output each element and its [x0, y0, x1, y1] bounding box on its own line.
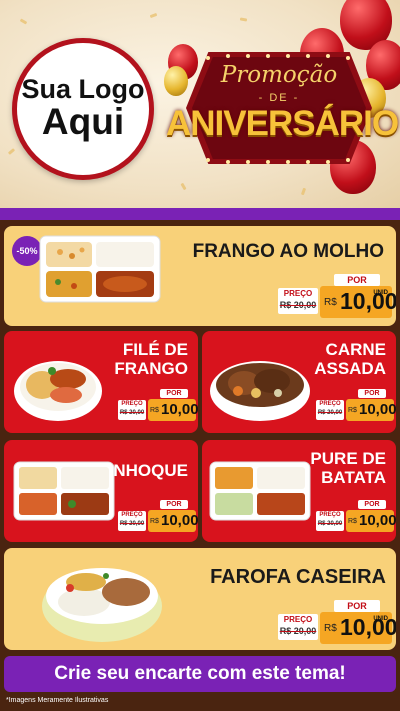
- new-price-box: R$ 10,00: [346, 510, 396, 532]
- logo-text-line1: Sua Logo: [21, 74, 145, 105]
- confetti: [239, 17, 248, 22]
- old-price-box: PREÇO R$ 20,00: [316, 511, 344, 531]
- confetti: [149, 12, 158, 19]
- price-value: 10,00: [359, 512, 396, 529]
- promo-de: - DE -: [258, 92, 300, 104]
- new-price-box: R$ 10,00: [148, 510, 198, 532]
- old-price-box: PREÇO R$ 20,00: [316, 400, 344, 420]
- cta-banner[interactable]: Crie seu encarte com este tema!: [4, 656, 396, 692]
- currency: R$: [348, 518, 357, 525]
- old-price-box: PREÇO R$ 20,00: [118, 400, 146, 420]
- preco-label: PREÇO: [283, 289, 313, 298]
- por-label: POR: [334, 274, 380, 286]
- preco-label: PREÇO: [283, 615, 313, 624]
- preco-label: PREÇO: [319, 401, 341, 407]
- product-title-line1: PURE DE: [310, 449, 386, 468]
- divider-bar: [0, 208, 400, 220]
- preco-label: PREÇO: [121, 512, 143, 518]
- por-label: POR: [358, 500, 386, 509]
- new-price-box: R$ 10,00: [148, 399, 198, 421]
- por-label: POR: [358, 389, 386, 398]
- product-title: FILÉ DE FRANGO: [114, 340, 188, 378]
- old-price: R$ 20,00: [119, 521, 145, 527]
- product-title-line2: FRANGO: [114, 358, 188, 378]
- price-tag: POR PREÇO R$ 20,00 R$ 10,00 UNID: [278, 600, 396, 644]
- tray-meal-image: [13, 461, 115, 521]
- old-price: R$ 20,00: [119, 410, 145, 416]
- product-title: CARNE ASSADA: [314, 340, 386, 378]
- product-card-frango-ao-molho: -50% FRANGO AO MOLHO POR PREÇO R$ 20,00 …: [4, 226, 396, 326]
- product-card-pure-de-batata: PURE DE BATATA POR PREÇO R$ 20,00 R$ 10,…: [202, 440, 396, 542]
- currency: R$: [324, 623, 337, 634]
- promo-sign: Promoção - DE - ANIVERSÁRIO: [166, 52, 399, 172]
- old-price-box: PREÇO R$ 20,00: [278, 614, 318, 640]
- header-banner: Sua Logo Aqui Promoção - DE - ANIVERSÁRI…: [0, 0, 400, 208]
- product-card-file-de-frango: FILÉ DE FRANGO POR PREÇO R$ 20,00 R$ 10,…: [4, 331, 198, 433]
- product-title: FAROFA CASEIRA: [210, 566, 386, 588]
- price-value: 10,00: [359, 401, 396, 418]
- product-card-carne-assada: CARNE ASSADA POR PREÇO R$ 20,00 R$ 10,00: [202, 331, 396, 433]
- product-title: NHOQUE: [113, 461, 188, 480]
- product-title-line2: BATATA: [321, 467, 386, 487]
- currency: R$: [348, 407, 357, 414]
- price-tag: POR PREÇO R$ 20,00 R$ 10,00: [316, 500, 396, 534]
- unit-label: UNID: [373, 290, 388, 296]
- logo-text-line2: Aqui: [41, 101, 125, 143]
- confetti: [19, 18, 28, 25]
- new-price-box: R$ 10,00 UNID: [320, 286, 396, 318]
- currency: R$: [150, 407, 159, 414]
- plate-meal-image: [14, 361, 102, 421]
- price-value: 10,00: [161, 512, 198, 529]
- product-title-line1: CARNE: [325, 340, 386, 359]
- product-title-line1: FILÉ DE: [122, 340, 188, 359]
- price-tag: POR PREÇO R$ 20,00 R$ 10,00: [118, 500, 198, 534]
- unit-label: UNID: [373, 616, 388, 622]
- por-label: POR: [160, 389, 188, 398]
- price-value: 10,00: [161, 401, 198, 418]
- price-tag: POR PREÇO R$ 20,00 R$ 10,00: [316, 389, 396, 423]
- product-card-farofa-caseira: FAROFA CASEIRA POR PREÇO R$ 20,00 R$ 10,…: [4, 548, 396, 650]
- promo-headline: ANIVERSÁRIO: [166, 104, 399, 143]
- tray-meal-image: [209, 461, 311, 521]
- product-title: FRANGO AO MOLHO: [192, 241, 384, 262]
- footnote: *Imagens Meramente Ilustrativas: [6, 697, 109, 704]
- tray-meal-image: [39, 235, 161, 303]
- bowl-meal-image: [210, 361, 310, 421]
- old-price: R$ 20,00: [317, 410, 343, 416]
- confetti: [300, 187, 307, 196]
- confetti: [180, 182, 187, 191]
- por-label: POR: [160, 500, 188, 509]
- product-card-nhoque: NHOQUE POR PREÇO R$ 20,00 R$ 10,00: [4, 440, 198, 542]
- promo-title: Promoção: [220, 62, 338, 88]
- old-price: R$ 20,00: [279, 626, 317, 636]
- new-price-box: R$ 10,00: [346, 399, 396, 421]
- logo-placeholder: Sua Logo Aqui: [12, 38, 154, 180]
- por-label: POR: [334, 600, 380, 612]
- currency: R$: [150, 518, 159, 525]
- old-price: R$ 20,00: [279, 300, 317, 310]
- old-price: R$ 20,00: [317, 521, 343, 527]
- currency: R$: [324, 297, 337, 308]
- confetti: [7, 148, 16, 155]
- product-title: PURE DE BATATA: [310, 449, 386, 487]
- price-tag: POR PREÇO R$ 20,00 R$ 10,00: [118, 389, 198, 423]
- preco-label: PREÇO: [121, 401, 143, 407]
- old-price-box: PREÇO R$ 20,00: [118, 511, 146, 531]
- bowl-meal-image: [42, 568, 162, 642]
- product-title-line2: ASSADA: [314, 358, 386, 378]
- preco-label: PREÇO: [319, 512, 341, 518]
- price-tag: POR PREÇO R$ 20,00 R$ 10,00 UNID: [278, 274, 396, 318]
- old-price-box: PREÇO R$ 20,00: [278, 288, 318, 314]
- new-price-box: R$ 10,00 UNID: [320, 612, 396, 644]
